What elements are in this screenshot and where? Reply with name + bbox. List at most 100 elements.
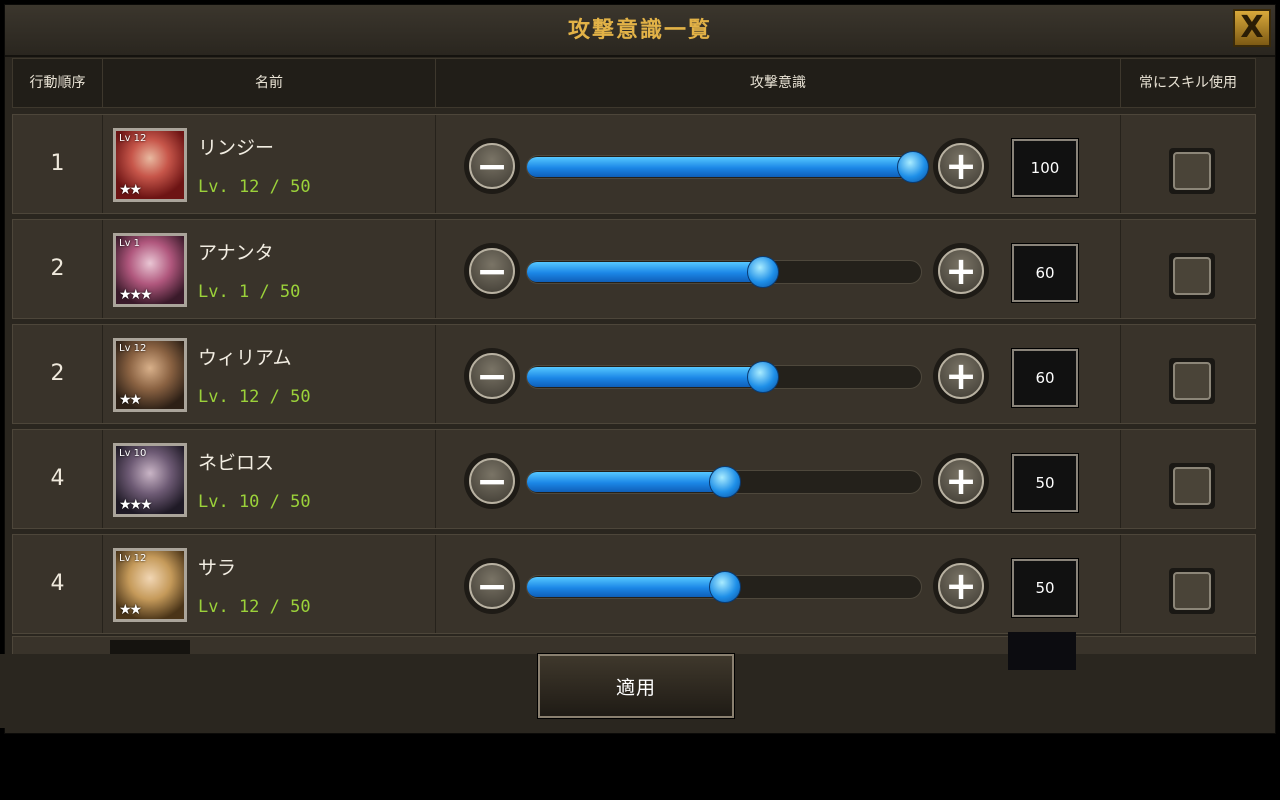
action-order: 2 <box>13 325 103 423</box>
slider-handle[interactable] <box>746 256 779 288</box>
aggression-cell: − + 60 <box>436 325 1121 423</box>
aggression-cell: − + 60 <box>436 220 1121 318</box>
decrease-button[interactable]: − <box>464 453 520 509</box>
slider-fill <box>527 577 725 597</box>
portrait-level: Lv 10 <box>119 448 147 459</box>
decrease-button[interactable]: − <box>464 558 520 614</box>
star-rating-icon: ★★ <box>119 602 142 618</box>
header-name: 名前 <box>103 59 436 107</box>
aggression-slider[interactable] <box>526 361 922 393</box>
checkbox-box <box>1173 362 1211 400</box>
name-cell: Lv 1 ★★★ アナンタ Lv. 1 / 50 <box>103 220 436 318</box>
character-level: Lv. 12 / 50 <box>198 597 311 617</box>
header-aggression: 攻撃意識 <box>436 59 1121 107</box>
name-cell: Lv 12 ★★ ウィリアム Lv. 12 / 50 <box>103 325 436 423</box>
character-portrait[interactable]: Lv 12 ★★ <box>113 548 187 622</box>
action-order: 4 <box>13 430 103 528</box>
increase-button[interactable]: + <box>933 348 989 404</box>
always-skill-cell <box>1121 430 1255 528</box>
plus-icon: + <box>938 458 984 504</box>
always-skill-checkbox[interactable] <box>1169 568 1215 614</box>
star-rating-icon: ★★★ <box>119 497 153 513</box>
aggression-slider[interactable] <box>526 571 922 603</box>
character-name: サラ <box>198 557 237 579</box>
scroll-occlusion <box>110 640 190 654</box>
character-portrait[interactable]: Lv 10 ★★★ <box>113 443 187 517</box>
slider-handle[interactable] <box>897 151 929 183</box>
aggression-cell: − + 100 <box>436 115 1121 213</box>
plus-icon: + <box>938 353 984 399</box>
character-level: Lv. 1 / 50 <box>198 282 301 302</box>
header-order: 行動順序 <box>13 59 103 107</box>
aggression-cell: − + 50 <box>436 535 1121 633</box>
name-cell: Lv 12 ★★ リンジー Lv. 12 / 50 <box>103 115 436 213</box>
star-rating-icon: ★★ <box>119 392 142 408</box>
character-row: 1 Lv 12 ★★ リンジー Lv. 12 / 50 − + 100 <box>12 114 1256 214</box>
slider-fill <box>527 262 763 282</box>
always-skill-checkbox[interactable] <box>1169 463 1215 509</box>
action-order: 4 <box>13 535 103 633</box>
increase-button[interactable]: + <box>933 138 989 194</box>
minus-icon: − <box>469 248 515 294</box>
character-level: Lv. 12 / 50 <box>198 387 311 407</box>
apply-button[interactable]: 適用 <box>537 653 735 719</box>
character-portrait[interactable]: Lv 12 ★★ <box>113 338 187 412</box>
slider-fill <box>527 472 725 492</box>
aggression-value: 50 <box>1011 453 1079 513</box>
name-cell: Lv 12 ★★ サラ Lv. 12 / 50 <box>103 535 436 633</box>
decrease-button[interactable]: − <box>464 138 520 194</box>
character-portrait[interactable]: Lv 12 ★★ <box>113 128 187 202</box>
portrait-level: Lv 12 <box>119 343 147 354</box>
character-row: 2 Lv 1 ★★★ アナンタ Lv. 1 / 50 − + 60 <box>12 219 1256 319</box>
slider-handle[interactable] <box>746 361 779 393</box>
aggression-value: 60 <box>1011 243 1079 303</box>
aggression-slider[interactable] <box>526 151 929 183</box>
character-name: ウィリアム <box>198 347 292 369</box>
checkbox-box <box>1173 257 1211 295</box>
increase-button[interactable]: + <box>933 243 989 299</box>
aggression-cell: − + 50 <box>436 430 1121 528</box>
character-portrait[interactable]: Lv 1 ★★★ <box>113 233 187 307</box>
title-bar: 攻撃意識一覧 X <box>5 5 1275 57</box>
plus-icon: + <box>938 248 984 294</box>
action-order: 2 <box>13 220 103 318</box>
close-button[interactable]: X <box>1233 9 1271 47</box>
slider-fill <box>527 157 913 177</box>
minus-icon: − <box>469 458 515 504</box>
minus-icon: − <box>469 563 515 609</box>
action-order: 1 <box>13 115 103 213</box>
slider-handle[interactable] <box>709 571 741 603</box>
always-skill-checkbox[interactable] <box>1169 148 1215 194</box>
aggression-slider[interactable] <box>526 256 922 288</box>
character-row: 4 Lv 10 ★★★ ネビロス Lv. 10 / 50 − + 50 <box>12 429 1256 529</box>
checkbox-box <box>1173 572 1211 610</box>
portrait-level: Lv 12 <box>119 133 147 144</box>
character-level: Lv. 12 / 50 <box>198 177 311 197</box>
decrease-button[interactable]: − <box>464 348 520 404</box>
header-always-skill: 常にスキル使用 <box>1139 75 1237 91</box>
panel-title: 攻撃意識一覧 <box>567 18 712 43</box>
slider-fill <box>527 367 763 387</box>
always-skill-cell <box>1121 115 1255 213</box>
portrait-level: Lv 12 <box>119 553 147 564</box>
character-row: 4 Lv 12 ★★ サラ Lv. 12 / 50 − + 50 <box>12 534 1256 634</box>
always-skill-cell <box>1121 325 1255 423</box>
always-skill-cell <box>1121 220 1255 318</box>
always-skill-checkbox[interactable] <box>1169 358 1215 404</box>
star-rating-icon: ★★ <box>119 182 142 198</box>
character-name: リンジー <box>198 137 275 159</box>
minus-icon: − <box>469 143 515 189</box>
plus-icon: + <box>938 563 984 609</box>
always-skill-checkbox[interactable] <box>1169 253 1215 299</box>
decrease-button[interactable]: − <box>464 243 520 299</box>
checkbox-box <box>1173 152 1211 190</box>
character-row: 2 Lv 12 ★★ ウィリアム Lv. 12 / 50 − + 60 <box>12 324 1256 424</box>
increase-button[interactable]: + <box>933 558 989 614</box>
aggression-value: 50 <box>1011 558 1079 618</box>
checkbox-box <box>1173 467 1211 505</box>
aggression-value: 60 <box>1011 348 1079 408</box>
always-skill-cell <box>1121 535 1255 633</box>
increase-button[interactable]: + <box>933 453 989 509</box>
aggression-slider[interactable] <box>526 466 922 498</box>
slider-handle[interactable] <box>709 466 741 498</box>
